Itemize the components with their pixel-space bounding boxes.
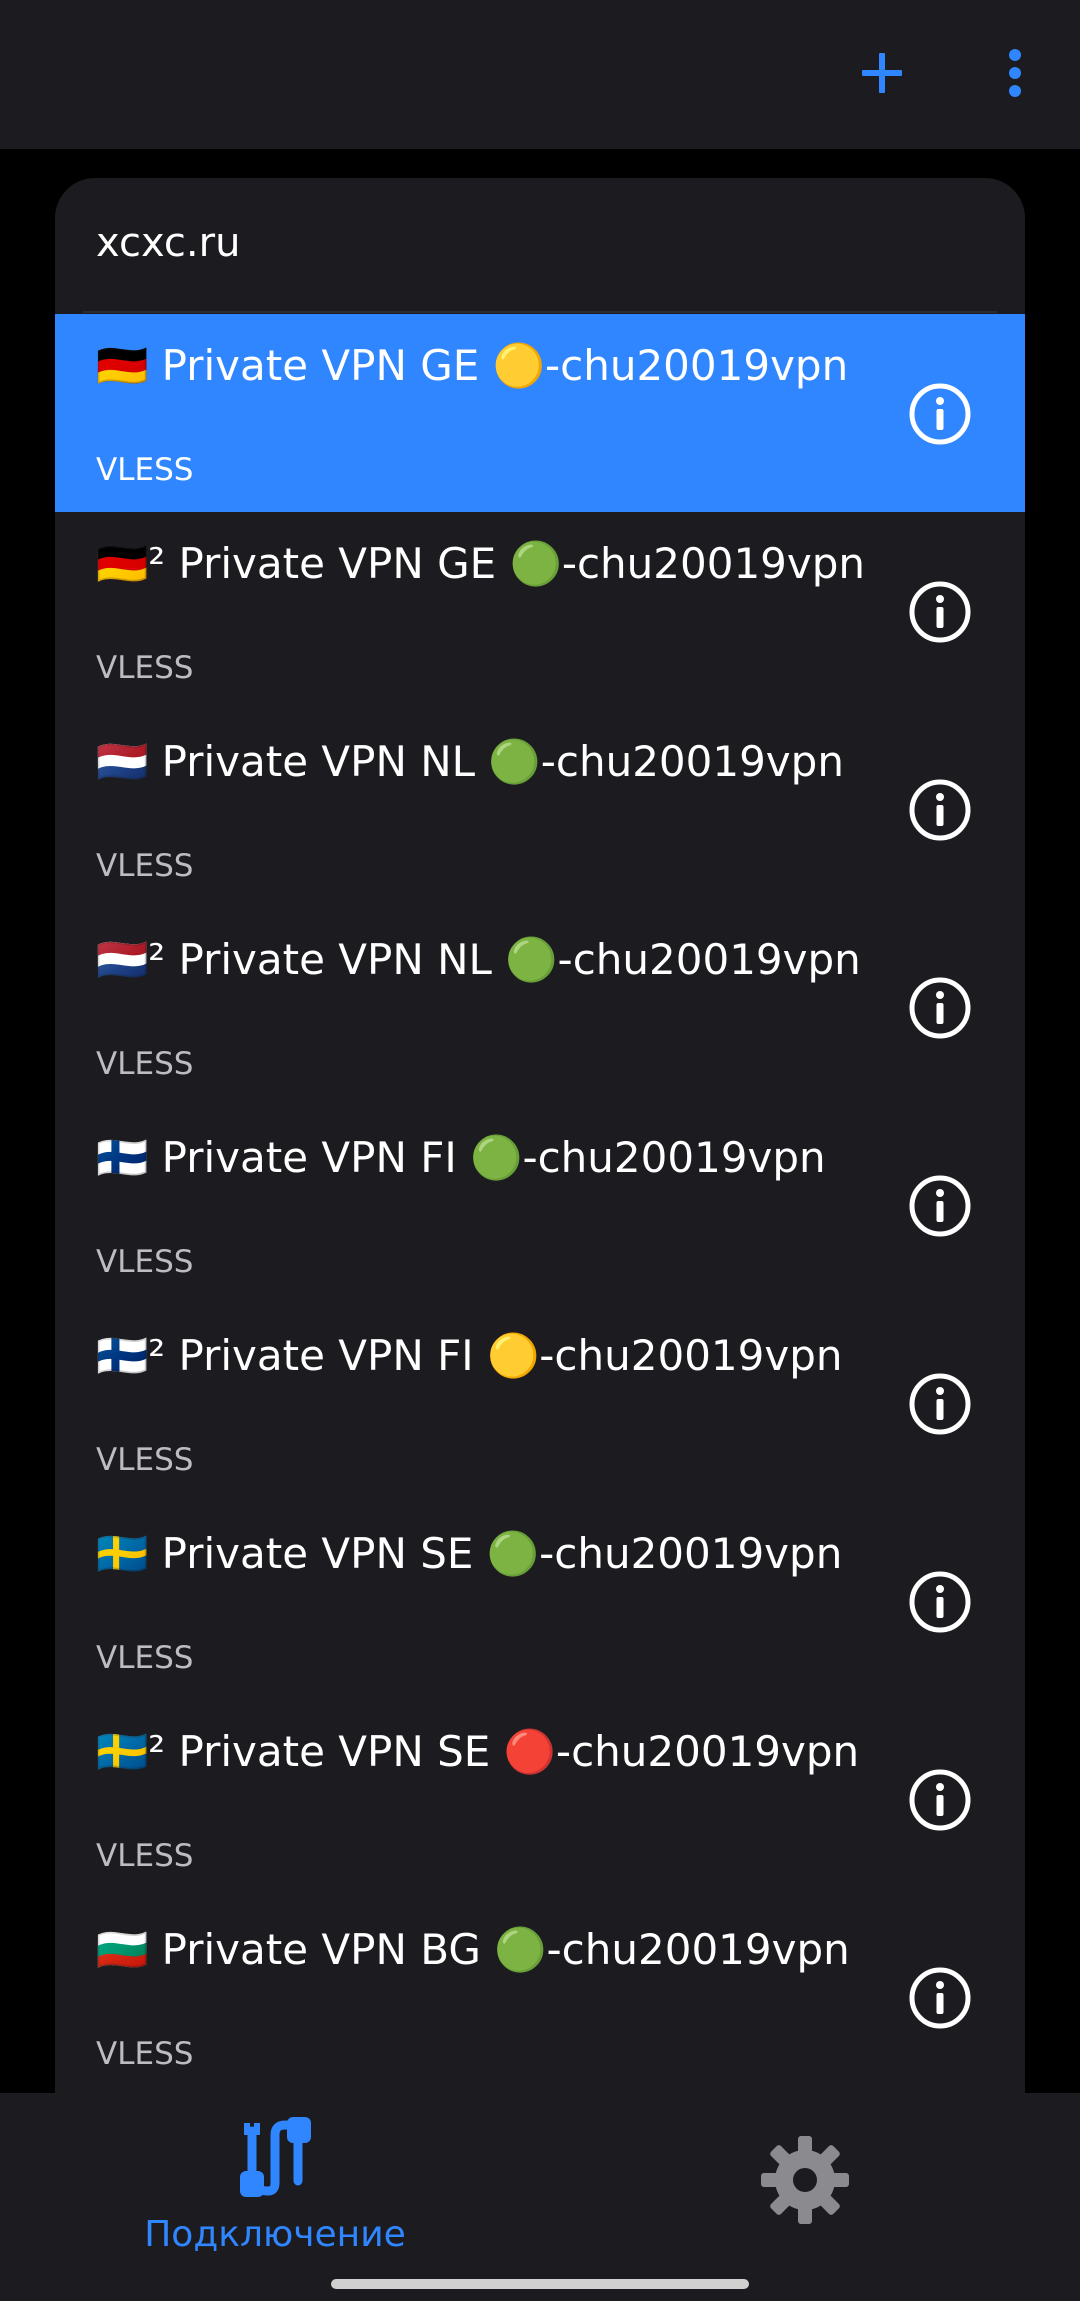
info-icon <box>909 383 971 445</box>
server-item[interactable]: 🇫🇮 Private VPN FI 🟢-chu20019vpn VLESS <box>55 1106 1025 1304</box>
server-info-button[interactable] <box>908 976 972 1040</box>
server-list: 🇩🇪 Private VPN GE 🟡-chu20019vpn VLESS 🇩🇪² … <box>55 314 1025 2093</box>
server-info-button[interactable] <box>908 580 972 644</box>
server-protocol: VLESS <box>96 848 194 884</box>
server-info-button[interactable] <box>908 778 972 842</box>
server-name: 🇸🇪 Private VPN SE 🟢-chu20019vpn <box>96 1529 843 1578</box>
server-item[interactable]: 🇩🇪² Private VPN GE 🟢-chu20019vpn VLESS <box>55 512 1025 710</box>
info-icon <box>909 779 971 841</box>
info-icon <box>909 581 971 643</box>
server-info-button[interactable] <box>908 1174 972 1238</box>
server-protocol: VLESS <box>96 1046 194 1082</box>
server-item[interactable]: 🇩🇪 Private VPN GE 🟡-chu20019vpn VLESS <box>55 314 1025 512</box>
nav-settings-tab[interactable] <box>755 2130 855 2230</box>
server-item[interactable]: 🇫🇮² Private VPN FI 🟡-chu20019vpn VLESS <box>55 1304 1025 1502</box>
server-info-button[interactable] <box>908 1372 972 1436</box>
connection-plug-icon <box>240 2117 311 2197</box>
server-name: 🇳🇱 Private VPN NL 🟢-chu20019vpn <box>96 737 844 786</box>
server-info-button[interactable] <box>908 1570 972 1634</box>
server-item[interactable]: 🇸🇪 Private VPN SE 🟢-chu20019vpn VLESS <box>55 1502 1025 1700</box>
server-name: 🇳🇱² Private VPN NL 🟢-chu20019vpn <box>96 935 861 984</box>
server-protocol: VLESS <box>96 650 194 686</box>
add-server-button[interactable] <box>852 38 912 108</box>
nav-connection-tab[interactable]: Подключение <box>130 2113 420 2263</box>
nav-connection-label: Подключение <box>144 2214 406 2255</box>
server-item[interactable]: 🇳🇱² Private VPN NL 🟢-chu20019vpn VLESS <box>55 908 1025 1106</box>
server-name: 🇸🇪² Private VPN SE 🔴-chu20019vpn <box>96 1727 860 1776</box>
server-protocol: VLESS <box>96 1640 194 1676</box>
more-options-button[interactable] <box>990 38 1040 108</box>
server-info-button[interactable] <box>908 1966 972 2030</box>
info-icon <box>909 977 971 1039</box>
info-icon <box>909 1967 971 2029</box>
more-vertical-icon <box>1009 49 1021 97</box>
server-protocol: VLESS <box>96 1244 194 1280</box>
subscription-title: xcxc.ru <box>96 220 241 266</box>
info-icon <box>909 1769 971 1831</box>
server-info-button[interactable] <box>908 1768 972 1832</box>
info-icon <box>909 1373 971 1435</box>
server-name: 🇫🇮 Private VPN FI 🟢-chu20019vpn <box>96 1133 826 1182</box>
top-app-bar <box>0 0 1080 149</box>
plus-icon <box>862 53 902 93</box>
server-name: 🇩🇪 Private VPN GE 🟡-chu20019vpn <box>96 341 849 390</box>
server-protocol: VLESS <box>96 452 194 488</box>
server-item[interactable]: 🇳🇱 Private VPN NL 🟢-chu20019vpn VLESS <box>55 710 1025 908</box>
server-name: 🇩🇪² Private VPN GE 🟢-chu20019vpn <box>96 539 866 588</box>
server-item[interactable]: 🇧🇬 Private VPN BG 🟢-chu20019vpn VLESS <box>55 1898 1025 2093</box>
home-indicator[interactable] <box>331 2279 749 2289</box>
server-item[interactable]: 🇸🇪² Private VPN SE 🔴-chu20019vpn VLESS <box>55 1700 1025 1898</box>
server-info-button[interactable] <box>908 382 972 446</box>
gear-icon <box>761 2136 849 2224</box>
info-icon <box>909 1571 971 1633</box>
server-protocol: VLESS <box>96 1442 194 1478</box>
server-protocol: VLESS <box>96 1838 194 1874</box>
bottom-navigation: Подключение <box>0 2093 1080 2301</box>
server-name: 🇧🇬 Private VPN BG 🟢-chu20019vpn <box>96 1925 850 1974</box>
server-protocol: VLESS <box>96 2036 194 2072</box>
divider <box>83 311 997 313</box>
server-name: 🇫🇮² Private VPN FI 🟡-chu20019vpn <box>96 1331 843 1380</box>
info-icon <box>909 1175 971 1237</box>
subscription-card: xcxc.ru 🇩🇪 Private VPN GE 🟡-chu20019vpn V… <box>55 178 1025 2093</box>
